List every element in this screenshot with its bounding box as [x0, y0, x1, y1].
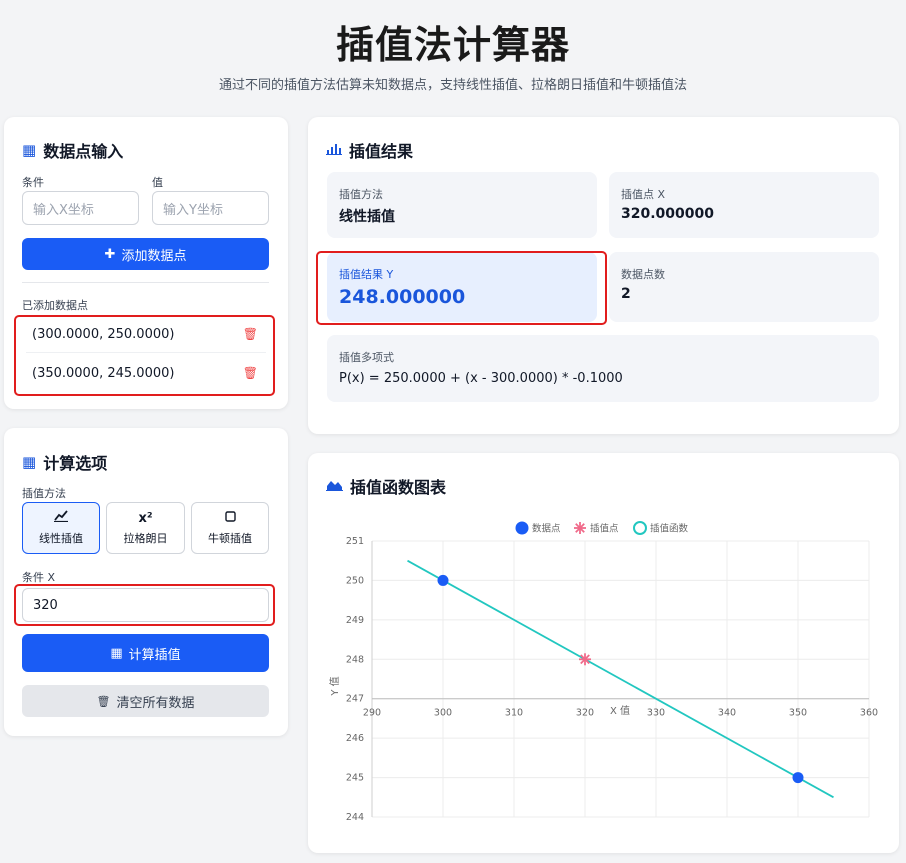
legend-label: 插值点 [590, 523, 619, 535]
line-chart-icon [54, 510, 68, 526]
result-x-value: 320.000000 [621, 206, 714, 222]
y-tick-label: 248 [346, 654, 364, 665]
point-list-highlight [14, 315, 275, 396]
interpolated-point [579, 653, 591, 666]
method-lagrange-button[interactable]: x² 牛顿插值 拉格朗日 [106, 502, 185, 554]
legend-swatch-interp [574, 522, 586, 534]
calc-options-title-text: 计算选项 [43, 454, 108, 473]
result-x-box: 插值点 X 320.000000 [609, 172, 879, 238]
x-tick-label: 310 [505, 708, 523, 719]
method-newton-label: 牛顿插值 [208, 531, 252, 545]
result-method-label: 插值方法 [339, 188, 383, 201]
page-subtitle: 通过不同的插值方法估算未知数据点，支持线性插值、拉格朗日插值和牛顿插值法 [218, 78, 687, 93]
result-polynomial-value: P(x) = 250.0000 + (x - 300.0000) * -0.10… [339, 371, 623, 386]
x-tick-label: 330 [647, 708, 665, 719]
y-axis-label: Y 值 [328, 676, 341, 696]
clear-all-button[interactable]: 🗑 清空所有数据 [22, 685, 269, 717]
result-polynomial-box: 插值多项式 P(x) = 250.0000 + (x - 300.0000) *… [327, 335, 879, 402]
x-coordinate-input[interactable]: 输入X坐标 [22, 191, 139, 225]
calculate-button[interactable]: ▦ 计算插值 [22, 634, 269, 672]
result-count-value: 2 [621, 286, 631, 302]
chart-legend: 数据点 插值点 插值函数 [515, 521, 689, 535]
result-card: 插值结果 插值方法 线性插值 插值点 X 320.000000 插值结果 Y 2… [308, 117, 899, 434]
y-field-label: 值 [152, 176, 163, 189]
calculate-label: 计算插值 [128, 647, 181, 663]
result-title: 插值结果 [326, 138, 413, 162]
x-condition-highlight [14, 584, 275, 626]
y-tick-label: 247 [346, 694, 364, 705]
x-tick-label: 350 [789, 708, 807, 719]
y-tick-label: 250 [346, 575, 364, 586]
chart-series [407, 559, 834, 799]
data-point [437, 574, 449, 586]
calculator-icon: ▦ [22, 452, 37, 471]
table-icon: ▦ [22, 140, 37, 159]
legend-swatch-line [633, 521, 647, 535]
bar-chart-icon [326, 142, 342, 158]
y-tick-label: 251 [346, 536, 364, 547]
result-title-text: 插值结果 [349, 142, 414, 161]
calculator-icon: ▦ [110, 645, 123, 661]
result-count-box: 数据点数 2 [609, 252, 879, 322]
page-title: 插值法计算器 [335, 23, 570, 67]
data-input-title: ▦ 数据点输入 [22, 138, 123, 162]
result-polynomial-label: 插值多项式 [339, 351, 394, 364]
result-method-value: 线性插值 [339, 209, 395, 225]
legend-label: 插值函数 [650, 523, 689, 535]
x-tick-label: 340 [718, 708, 736, 719]
method-newton-button[interactable]: 牛顿插值 [191, 502, 269, 554]
x-squared-icon: x² [138, 510, 153, 526]
data-point [792, 772, 804, 784]
x-tick-label: 300 [434, 708, 452, 719]
point-list-title: 已添加数据点 [22, 299, 88, 312]
data-input-title-text: 数据点输入 [43, 142, 124, 161]
y-tick-label: 244 [346, 812, 364, 823]
result-method-box: 插值方法 线性插值 [327, 172, 597, 238]
legend-label: 数据点 [532, 523, 561, 535]
interpolation-chart: 数据点 插值点 插值函数 290 300 310 320 330 340 350 360 244 24… [328, 521, 878, 823]
result-x-label: 插值点 X [621, 188, 666, 201]
add-point-label: 添加数据点 [121, 248, 187, 264]
interpolation-line [407, 559, 834, 799]
chart-card: 插值函数图表 数据点 插值点 插值函数 290 300 310 320 330 340 350 3… [308, 453, 899, 853]
x-axis-label: X 值 [610, 704, 630, 717]
x-tick-label: 290 [363, 708, 381, 719]
add-point-button[interactable]: ✚ 添加数据点 [22, 238, 269, 270]
x-condition-label: 条件 X [22, 571, 56, 584]
method-lagrange-label: 拉格朗日 [123, 531, 168, 545]
clear-all-label: 清空所有数据 [116, 695, 195, 711]
square-icon [224, 510, 236, 526]
x-tick-label: 320 [576, 708, 594, 719]
method-linear-label: 线性插值 [39, 532, 83, 545]
y-coordinate-input[interactable]: 输入Y坐标 [152, 191, 269, 225]
y-tick-label: 249 [346, 615, 364, 626]
x-tick-label: 360 [860, 708, 878, 719]
calc-options-title: ▦ 计算选项 [22, 450, 107, 474]
trash-icon: 🗑 [96, 694, 111, 708]
result-count-label: 数据点数 [621, 268, 665, 281]
plus-icon: ✚ [104, 246, 116, 262]
data-input-card: ▦ 数据点输入 条件 值 输入X坐标 输入Y坐标 ✚ 添加数据点 已添加数据点 … [4, 117, 288, 409]
y-tick-label: 246 [346, 733, 364, 744]
input-divider [22, 282, 269, 283]
calc-options-card: ▦ 计算选项 插值方法 线性插值 x² 牛顿插值 拉格朗日 牛顿插值 条件 X … [4, 428, 288, 736]
x-field-label: 条件 [22, 176, 44, 189]
legend-swatch-points [515, 521, 529, 535]
y-tick-label: 245 [346, 773, 364, 784]
method-linear-button[interactable]: 线性插值 [22, 502, 100, 554]
result-y-highlight [316, 251, 607, 325]
method-label: 插值方法 [22, 487, 66, 500]
